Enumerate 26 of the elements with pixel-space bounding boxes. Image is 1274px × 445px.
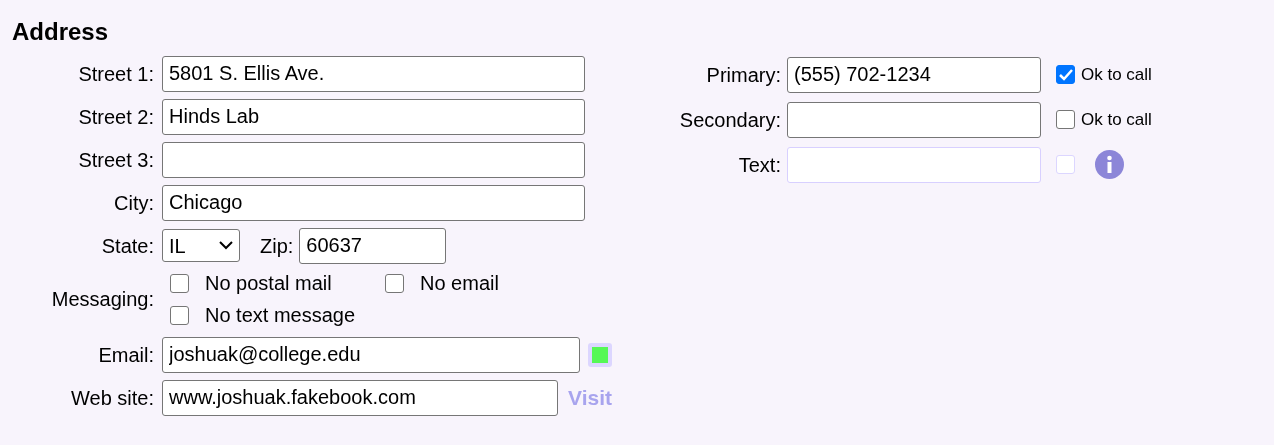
field-label: Messaging: — [50, 287, 155, 312]
field-label: Street 3: — [77, 147, 155, 173]
checkbox[interactable] — [170, 273, 189, 293]
field-label: Text: — [737, 152, 782, 178]
field-label: Street 1: — [77, 61, 155, 87]
field-label: Primary: — [705, 62, 782, 88]
checkbox-label: No postal mail — [205, 271, 332, 295]
field-label: State: — [100, 233, 155, 259]
checkbox[interactable] — [1056, 110, 1075, 129]
section-heading: Address — [12, 17, 110, 47]
field-label: Email: — [97, 342, 155, 368]
field-label: Zip: — [260, 233, 294, 259]
checkbox-label: No email — [420, 271, 499, 295]
state-dropdown[interactable]: IL — [162, 229, 240, 262]
checkbox[interactable] — [1056, 65, 1075, 84]
field-label: City: — [113, 190, 155, 216]
field-label: Secondary: — [678, 107, 782, 133]
checkbox[interactable] — [385, 273, 404, 293]
checkbox-label: Ok to call — [1081, 108, 1152, 131]
checkbox-label: Ok to call — [1081, 63, 1152, 86]
checkbox[interactable] — [170, 305, 189, 325]
chevron-down-icon — [219, 241, 233, 250]
status-indicator — [588, 342, 612, 367]
field-label: Web site: — [70, 385, 155, 411]
checkbox-label: No text message — [205, 303, 356, 327]
field-label: Street 2: — [77, 104, 155, 130]
